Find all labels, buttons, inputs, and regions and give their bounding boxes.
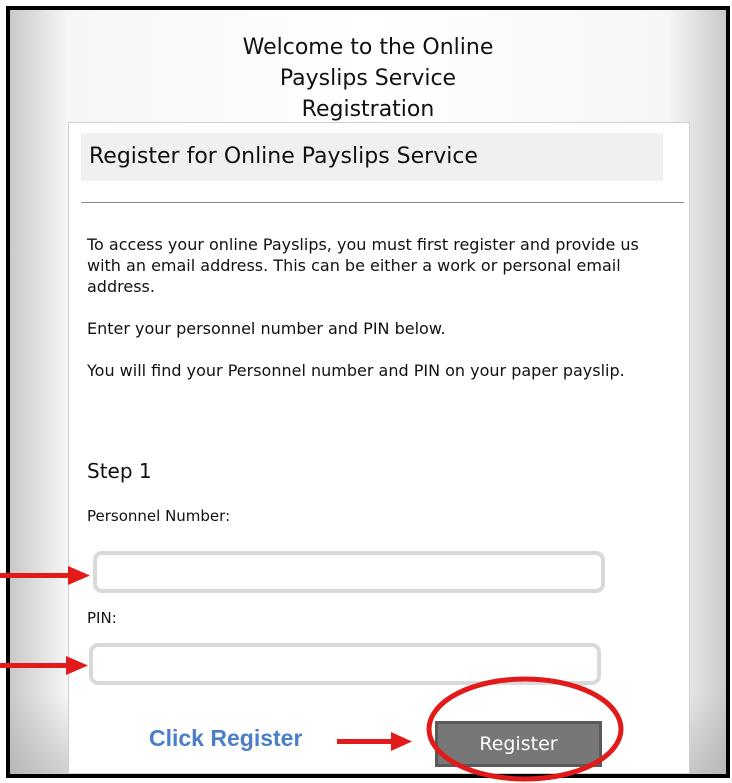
personnel-number-input[interactable] xyxy=(93,551,605,593)
click-register-annotation: Click Register xyxy=(149,725,303,751)
personnel-number-label: Personnel Number: xyxy=(87,507,231,525)
page-frame: Welcome to the Online Payslips Service R… xyxy=(6,6,730,778)
card-title: Register for Online Payslips Service xyxy=(81,133,663,181)
title-divider xyxy=(81,202,684,203)
step-label: Step 1 xyxy=(87,459,152,483)
welcome-heading: Welcome to the Online Payslips Service R… xyxy=(10,32,726,125)
pin-label: PIN: xyxy=(87,609,117,627)
register-button[interactable]: Register xyxy=(435,721,602,767)
intro-paragraph: To access your online Payslips, you must… xyxy=(87,235,639,296)
info-paragraph: You will find your Personnel number and … xyxy=(87,361,625,380)
welcome-line-2: Payslips Service xyxy=(279,66,457,91)
welcome-line-3: Registration xyxy=(301,97,435,122)
registration-card: Register for Online Payslips Service To … xyxy=(68,122,690,774)
instruction-paragraph: Enter your personnel number and PIN belo… xyxy=(87,319,446,338)
welcome-line-1: Welcome to the Online xyxy=(242,35,494,60)
pin-input[interactable] xyxy=(89,643,601,685)
